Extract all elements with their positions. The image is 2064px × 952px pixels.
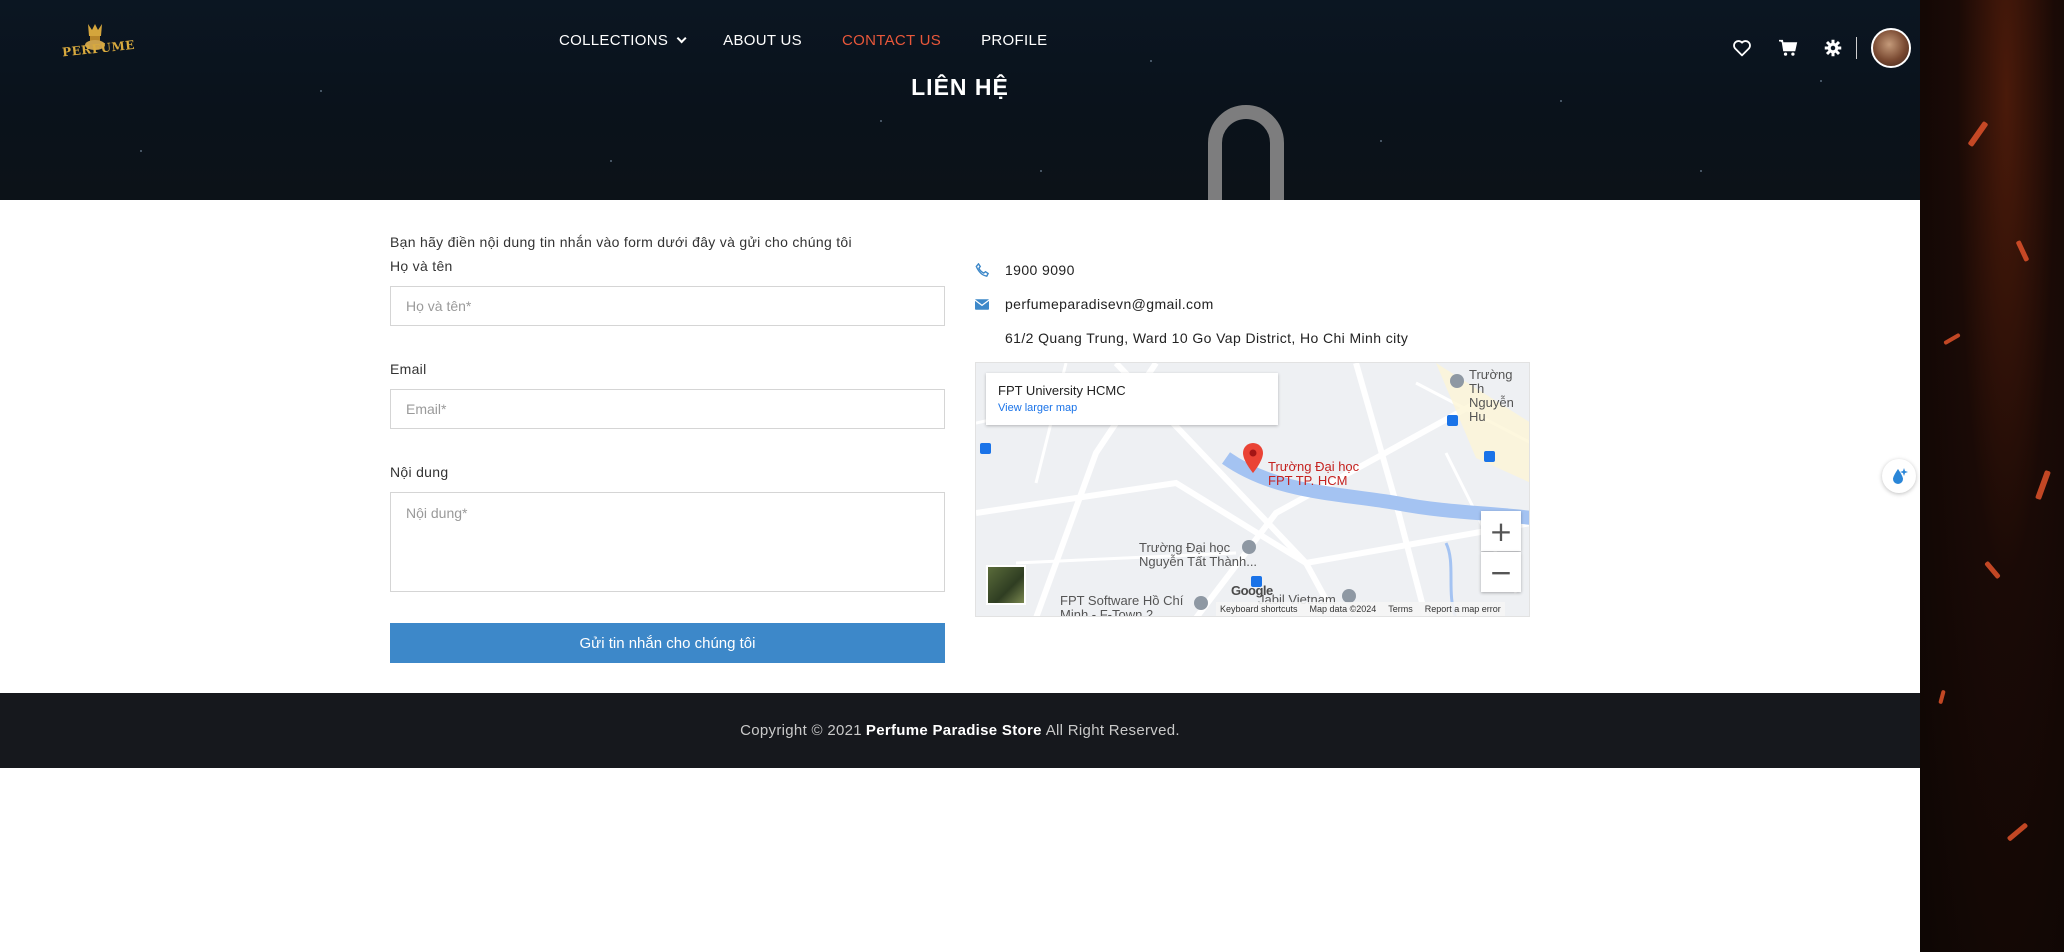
settings-button[interactable] bbox=[1824, 39, 1842, 57]
content-label: Nội dung bbox=[390, 464, 449, 480]
contact-address: 61/2 Quang Trung, Ward 10 Go Vap Distric… bbox=[975, 330, 1408, 346]
content-textarea[interactable] bbox=[390, 492, 945, 592]
ember-decoration bbox=[1984, 560, 2001, 580]
map-poi-line: Minh - F-Town 2 bbox=[1060, 607, 1154, 617]
cart-icon bbox=[1779, 39, 1798, 56]
terms-link[interactable]: Terms bbox=[1388, 604, 1413, 614]
droplet-icon bbox=[1893, 468, 1908, 484]
contact-phone: 1900 9090 bbox=[975, 262, 1075, 278]
ember-decoration bbox=[1967, 120, 1989, 148]
map-poi-line: Nguyễn Tất Thành... bbox=[1139, 554, 1258, 569]
map-poi-line: Trường Th bbox=[1469, 367, 1513, 396]
hero-header: PERFUME COLLECTIONS ABOUT US CONTACT US … bbox=[0, 0, 1920, 200]
header-divider bbox=[1856, 37, 1857, 59]
name-input[interactable] bbox=[390, 286, 945, 326]
footer-rights: All Right Reserved. bbox=[1045, 722, 1180, 739]
nav-item-collections[interactable]: COLLECTIONS bbox=[559, 32, 687, 49]
floating-widget-button[interactable] bbox=[1882, 459, 1916, 493]
view-larger-map-link[interactable]: View larger map bbox=[998, 402, 1266, 414]
main-nav: COLLECTIONS ABOUT US CONTACT US PROFILE bbox=[559, 32, 1087, 49]
phone-number: 1900 9090 bbox=[1005, 262, 1075, 278]
map-pin-label: Trường Đại học FPT TP. HCM bbox=[1268, 460, 1359, 488]
avatar[interactable] bbox=[1871, 28, 1911, 68]
submit-button[interactable]: Gửi tin nhắn cho chúng tôi bbox=[390, 623, 945, 663]
side-background-panel bbox=[1920, 0, 2064, 952]
map-poi-label: Trường Đại học Nguyễn Tất Thành... bbox=[1139, 541, 1257, 569]
map-place-title: FPT University HCMC bbox=[998, 383, 1126, 398]
google-logo: Google bbox=[1231, 583, 1273, 598]
email-input[interactable] bbox=[390, 389, 945, 429]
name-label: Họ và tên bbox=[390, 258, 453, 274]
nav-item-contact-us[interactable]: CONTACT US bbox=[842, 32, 941, 49]
map-pin-label-line: Trường Đại học bbox=[1268, 459, 1360, 474]
footer-store-name: Perfume Paradise Store bbox=[865, 722, 1042, 739]
chevron-down-icon bbox=[676, 33, 687, 44]
header-actions bbox=[1732, 28, 1911, 68]
ember-decoration bbox=[1943, 332, 1961, 346]
map-poi-line: FPT Software Hồ Chí bbox=[1060, 593, 1184, 608]
heart-icon bbox=[1733, 40, 1751, 57]
nav-item-label: CONTACT US bbox=[841, 32, 942, 49]
map-poi-label: FPT Software Hồ Chí Minh - F-Town 2 bbox=[1060, 594, 1183, 617]
email-label: Email bbox=[390, 361, 427, 377]
nav-item-about-us[interactable]: ABOUT US bbox=[723, 32, 802, 49]
wishlist-button[interactable] bbox=[1732, 39, 1752, 57]
map-place-card: FPT University HCMC View larger map bbox=[986, 373, 1278, 425]
envelope-icon bbox=[975, 298, 1005, 310]
nav-item-profile[interactable]: PROFILE bbox=[981, 32, 1047, 49]
footer: Copyright © 2021 Perfume Paradise Store … bbox=[0, 693, 1920, 768]
map-pin-label-line: FPT TP. HCM bbox=[1268, 473, 1348, 488]
contact-email: perfumeparadisevn@gmail.com bbox=[975, 296, 1214, 312]
gear-icon bbox=[1824, 39, 1842, 57]
map-attribution: Keyboard shortcuts Map data ©2024 Terms … bbox=[1216, 602, 1505, 616]
form-intro-text: Bạn hãy điền nội dung tin nhắn vào form … bbox=[390, 234, 852, 250]
map-zoom-out-button[interactable]: − bbox=[1481, 552, 1521, 592]
cart-button[interactable] bbox=[1778, 39, 1798, 57]
ember-decoration bbox=[2006, 822, 2029, 842]
phone-icon bbox=[975, 263, 1005, 277]
map-poi-line: Trường Đại học bbox=[1139, 540, 1231, 555]
map-poi-line: Nguyễn Hu bbox=[1469, 395, 1514, 424]
nav-item-label: COLLECTIONS bbox=[559, 32, 669, 49]
footer-copyright: Copyright © 2021 bbox=[740, 722, 862, 739]
map-zoom-in-button[interactable]: + bbox=[1481, 511, 1521, 551]
ember-decoration bbox=[1938, 689, 1946, 705]
map-data-text: Map data ©2024 bbox=[1309, 604, 1377, 614]
ember-decoration bbox=[2035, 469, 2051, 501]
perfume-bottle-ring-decoration bbox=[1208, 105, 1284, 200]
map-poi-label: Trường Th Nguyễn Hu bbox=[1469, 368, 1529, 424]
nav-item-label: ABOUT US bbox=[723, 32, 802, 49]
embedded-map[interactable]: FPT University HCMC View larger map Trườ… bbox=[975, 362, 1530, 617]
nav-item-label: PROFILE bbox=[981, 32, 1048, 49]
ember-decoration bbox=[2015, 239, 2030, 263]
map-satellite-toggle[interactable] bbox=[986, 565, 1026, 605]
page-title: LIÊN HỆ bbox=[911, 74, 1009, 100]
report-map-error-link[interactable]: Report a map error bbox=[1425, 604, 1501, 614]
address-text: 61/2 Quang Trung, Ward 10 Go Vap Distric… bbox=[1005, 330, 1409, 346]
keyboard-shortcuts-link[interactable]: Keyboard shortcuts bbox=[1220, 604, 1298, 614]
email-address: perfumeparadisevn@gmail.com bbox=[1005, 296, 1214, 312]
